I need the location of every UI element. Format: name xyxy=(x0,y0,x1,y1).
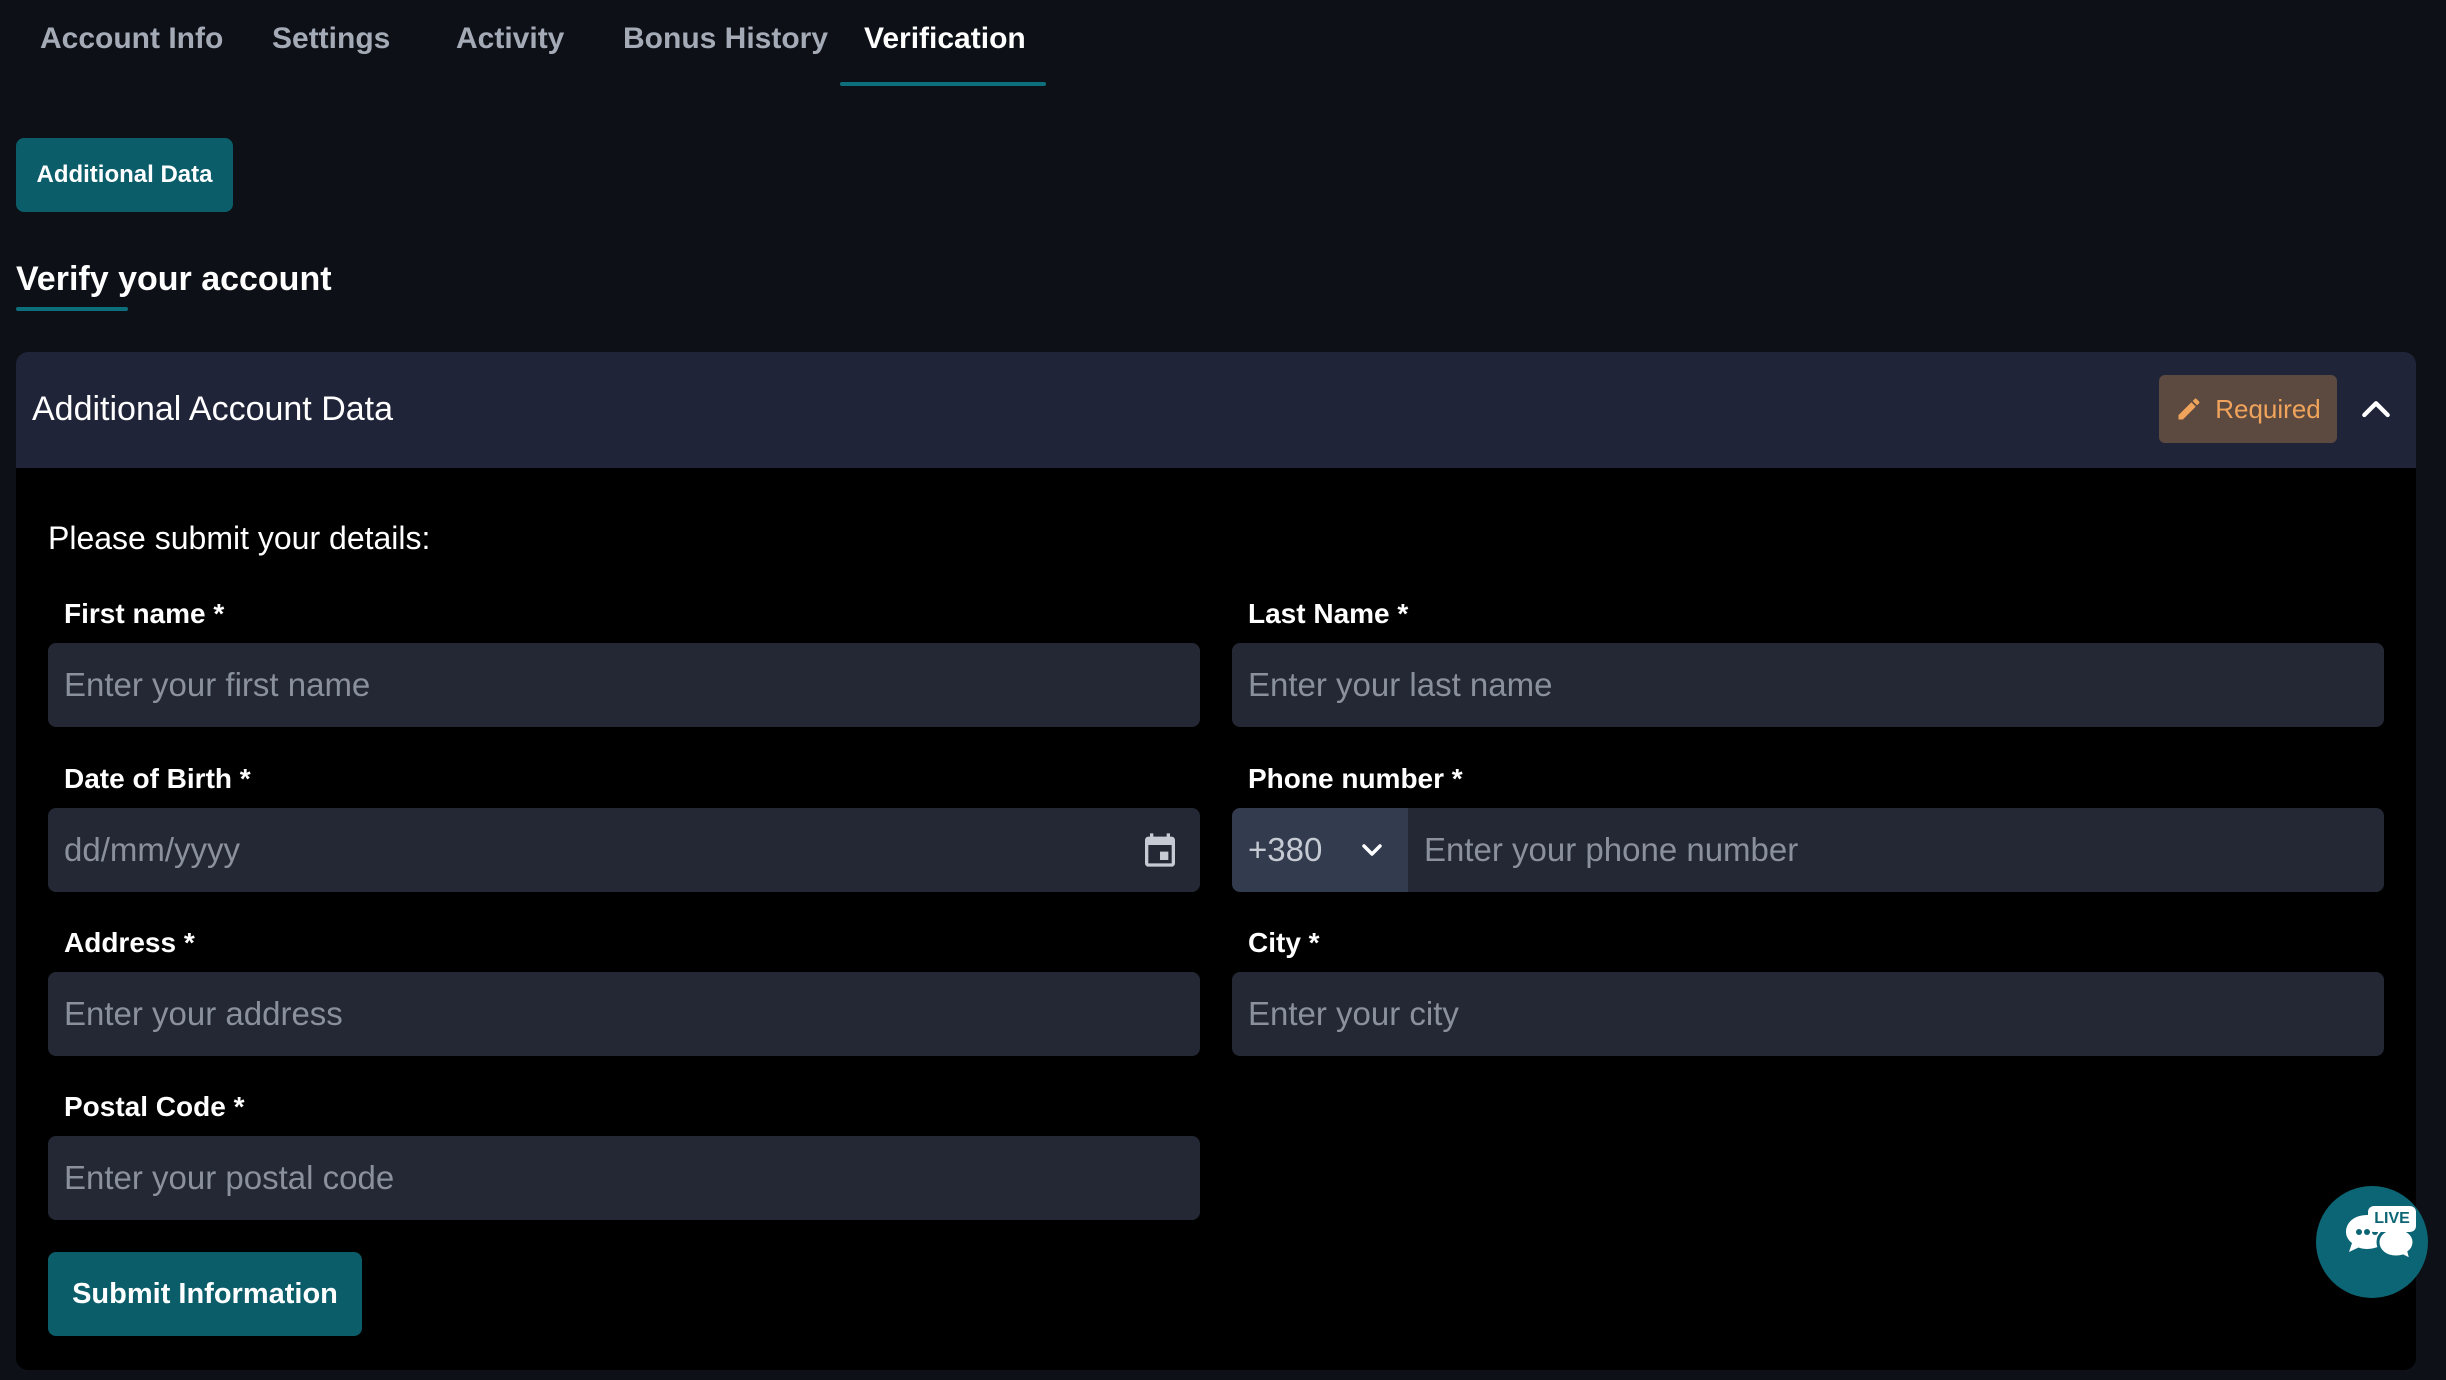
last-name-input[interactable] xyxy=(1232,643,2384,727)
postal-code-label: Postal Code * xyxy=(64,1091,245,1122)
card-header[interactable]: Additional Account Data Required xyxy=(16,352,2416,468)
first-name-input[interactable] xyxy=(48,643,1200,727)
chat-bubbles-icon xyxy=(2346,1215,2416,1263)
tab-settings[interactable]: Settings xyxy=(272,22,390,56)
calendar-icon[interactable] xyxy=(1140,830,1180,870)
live-chat-button[interactable]: LIVE xyxy=(2316,1186,2428,1298)
active-tab-indicator xyxy=(840,82,1046,86)
tab-account-info[interactable]: Account Info xyxy=(40,22,223,56)
dob-field xyxy=(48,808,1200,892)
last-name-label: Last Name * xyxy=(1248,598,1409,629)
phone-label: Phone number * xyxy=(1248,763,1463,794)
chevron-down-icon xyxy=(1362,844,1382,856)
required-badge-label: Required xyxy=(2215,393,2321,424)
additional-data-button[interactable]: Additional Data xyxy=(16,138,233,212)
phone-country-code: +380 xyxy=(1248,831,1323,868)
chevron-up-icon[interactable] xyxy=(2356,390,2396,430)
address-input[interactable] xyxy=(48,972,1200,1056)
phone-country-code-select[interactable]: +380 xyxy=(1232,808,1408,892)
section-title-underline xyxy=(16,307,128,311)
city-label: City * xyxy=(1248,927,1320,958)
dob-label: Date of Birth * xyxy=(64,763,251,794)
pencil-icon xyxy=(2178,398,2200,420)
tab-bonus-history[interactable]: Bonus History xyxy=(623,22,828,56)
address-label: Address * xyxy=(64,927,195,958)
required-badge: Required xyxy=(2159,375,2337,443)
additional-account-data-card: Additional Account Data Required Please … xyxy=(16,352,2416,1370)
submit-information-button[interactable]: Submit Information xyxy=(48,1252,362,1336)
section-title: Verify your account xyxy=(16,260,332,298)
account-tabs: Account Info Settings Activity Bonus His… xyxy=(0,0,1100,90)
live-badge: LIVE xyxy=(2368,1206,2416,1232)
form-intro: Please submit your details: xyxy=(48,520,431,556)
card-title: Additional Account Data xyxy=(32,390,394,428)
postal-code-input[interactable] xyxy=(48,1136,1200,1220)
city-input[interactable] xyxy=(1232,972,2384,1056)
tab-verification[interactable]: Verification xyxy=(864,22,1026,56)
phone-input[interactable] xyxy=(1408,808,2384,892)
dob-input[interactable] xyxy=(48,808,1200,892)
first-name-label: First name * xyxy=(64,598,225,629)
tab-activity[interactable]: Activity xyxy=(456,22,564,56)
